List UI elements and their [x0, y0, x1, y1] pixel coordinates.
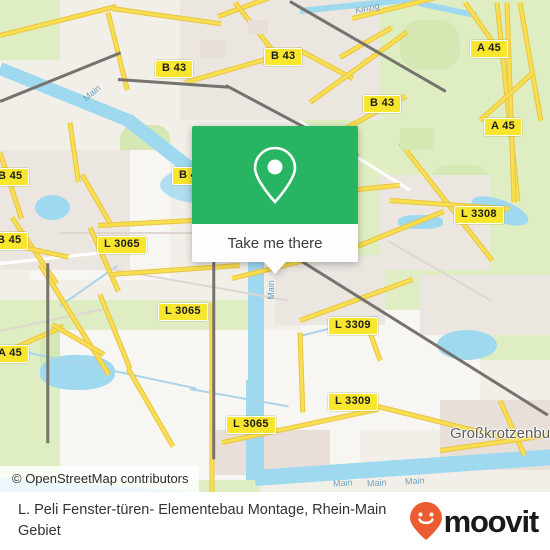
location-popup-card[interactable]: Take me there — [192, 126, 358, 274]
road-shield: L 3309 — [328, 393, 378, 411]
water-label-main: Main — [366, 477, 387, 489]
popup-action-bar[interactable]: Take me there — [192, 224, 358, 262]
road-shield: B 43 — [264, 48, 303, 66]
take-me-there-label: Take me there — [227, 234, 323, 252]
road-shield: B 43 — [363, 95, 402, 113]
map-landcover-urban — [420, 275, 550, 335]
water-label-main: Main — [404, 475, 425, 487]
road-shield: L 3065 — [226, 416, 276, 434]
road-shield: B 45 — [0, 168, 30, 186]
moovit-logo[interactable]: moovit — [409, 501, 540, 541]
map-railway — [46, 263, 50, 444]
map-landcover-forest — [400, 20, 460, 70]
map-canvas[interactable]: B 43 B 43 B 43 A 45 A 45 B 43 L 3308 B 4… — [0, 0, 550, 492]
road-shield: L 3309 — [328, 317, 378, 335]
road-shield: L 3065 — [158, 303, 208, 321]
road-shield: L 3065 — [97, 236, 147, 254]
moovit-smiley-pin-icon — [409, 502, 442, 540]
map-water-main — [248, 243, 264, 383]
popup-header — [192, 126, 358, 224]
popup-tail-pointer — [264, 262, 286, 274]
road-shield: B 43 — [155, 60, 194, 78]
map-railway — [212, 259, 216, 460]
map-water-lake — [35, 195, 70, 220]
map-park-patch — [400, 128, 434, 150]
map-pin-icon — [253, 146, 297, 204]
map-water-lake — [437, 330, 497, 360]
road-shield: L 3308 — [454, 206, 504, 224]
road-shield: A 45 — [0, 345, 30, 363]
footer-bar: L. Peli Fenster-türen- Elementebau Monta… — [0, 492, 550, 550]
moovit-wordmark: moovit — [443, 503, 540, 539]
road-shield: A 45 — [484, 118, 523, 136]
map-building-cluster — [200, 40, 226, 58]
place-label-grosskrotzenburg: Großkrotzenburg — [450, 425, 550, 442]
road-shield: A 45 — [470, 40, 509, 58]
location-caption: L. Peli Fenster-türen- Elementebau Monta… — [18, 501, 387, 539]
road-shield: B 45 — [0, 232, 29, 250]
water-label-main: Main — [265, 280, 276, 300]
water-label-main: Main — [332, 477, 353, 489]
osm-attribution[interactable]: © OpenStreetMap contributors — [0, 466, 199, 492]
map-building-cluster — [248, 20, 268, 34]
screenshot-root: B 43 B 43 B 43 A 45 A 45 B 43 L 3308 B 4… — [0, 0, 550, 550]
